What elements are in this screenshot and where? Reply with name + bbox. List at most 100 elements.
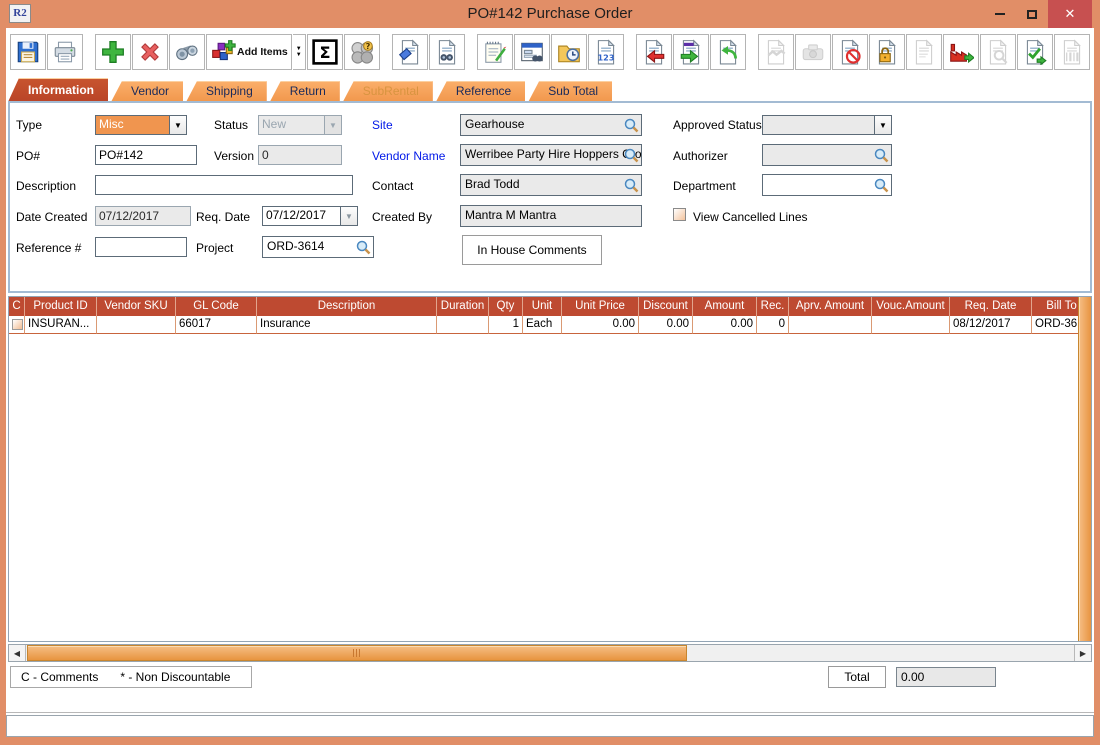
reference-field[interactable] bbox=[95, 237, 187, 257]
site-label: Site bbox=[372, 118, 393, 132]
column-header-unit[interactable]: Unit bbox=[523, 297, 562, 316]
chevron-down-icon[interactable]: ▼ bbox=[340, 206, 358, 226]
po-number-label: PO# bbox=[16, 149, 40, 163]
delete-button[interactable] bbox=[132, 34, 168, 70]
add-items-dropdown-button[interactable]: ▼▼ bbox=[293, 34, 306, 70]
search-icon[interactable] bbox=[623, 177, 640, 194]
information-panel: Type Misc ▼ Status New ▼ Site Gearhouse … bbox=[8, 101, 1092, 293]
add-button[interactable] bbox=[95, 34, 131, 70]
review-button bbox=[980, 34, 1016, 70]
count-button[interactable]: 123 bbox=[588, 34, 624, 70]
in-house-comments-button[interactable]: In House Comments bbox=[462, 235, 602, 265]
return-button[interactable] bbox=[710, 34, 746, 70]
lock-button[interactable] bbox=[869, 34, 905, 70]
table-row[interactable]: INSURAN...66017Insurance1Each0.000.000.0… bbox=[9, 316, 1078, 334]
status-label: Status bbox=[214, 118, 248, 132]
invoice-button[interactable] bbox=[673, 34, 709, 70]
sum-button[interactable]: Σ bbox=[307, 34, 343, 70]
column-header-aprv-amount[interactable]: Aprv. Amount bbox=[789, 297, 872, 316]
cancel-line-button[interactable] bbox=[832, 34, 868, 70]
column-header-vendor-sku[interactable]: Vendor SKU bbox=[97, 297, 176, 316]
column-header-c[interactable]: C bbox=[9, 297, 25, 316]
chevron-down-icon[interactable]: ▼ bbox=[874, 115, 892, 135]
tab-reference[interactable]: Reference bbox=[436, 81, 525, 102]
vertical-scrollbar[interactable] bbox=[1078, 297, 1091, 641]
scrollbar-thumb[interactable] bbox=[27, 645, 687, 661]
tab-shipping[interactable]: Shipping bbox=[186, 81, 267, 102]
edit-document-button[interactable] bbox=[392, 34, 428, 70]
notes-button[interactable] bbox=[477, 34, 513, 70]
cell-rec-: 0 bbox=[757, 316, 789, 334]
search-icon[interactable] bbox=[873, 147, 890, 164]
site-field[interactable]: Gearhouse bbox=[460, 114, 642, 136]
comment-checkbox[interactable] bbox=[12, 319, 23, 330]
column-header-discount[interactable]: Discount bbox=[639, 297, 693, 316]
chevron-down-icon[interactable]: ▼ bbox=[169, 115, 187, 135]
copy-search-icon bbox=[434, 39, 460, 65]
total-button[interactable]: Total bbox=[828, 666, 886, 688]
type-select[interactable]: Misc ▼ bbox=[95, 115, 187, 135]
print-icon bbox=[52, 39, 78, 65]
column-header-req-date[interactable]: Req. Date bbox=[950, 297, 1032, 316]
vendor-name-field[interactable]: Werribee Party Hire Hoppers Cros bbox=[460, 144, 642, 166]
authorizer-field[interactable] bbox=[762, 144, 892, 166]
column-header-vouc-amount[interactable]: Vouc.Amount bbox=[872, 297, 950, 316]
save-button[interactable] bbox=[10, 34, 46, 70]
tab-information[interactable]: Information bbox=[8, 78, 108, 102]
view-cancelled-checkbox[interactable] bbox=[673, 208, 686, 221]
scroll-right-icon[interactable]: ▶ bbox=[1074, 645, 1091, 661]
column-header-description[interactable]: Description bbox=[257, 297, 437, 316]
minimize-button[interactable] bbox=[984, 0, 1016, 28]
scroll-left-icon[interactable]: ◀ bbox=[9, 645, 26, 661]
column-header-gl-code[interactable]: GL Code bbox=[176, 297, 257, 316]
search-icon[interactable] bbox=[355, 239, 372, 256]
availability-button[interactable]: ? bbox=[344, 34, 380, 70]
scrollbar-track[interactable] bbox=[26, 645, 1074, 661]
column-header-qty[interactable]: Qty bbox=[489, 297, 523, 316]
tab-return[interactable]: Return bbox=[270, 81, 340, 102]
column-header-unit-price[interactable]: Unit Price bbox=[562, 297, 639, 316]
search-icon[interactable] bbox=[623, 117, 640, 134]
cell-discount: 0.00 bbox=[639, 316, 693, 334]
tab-vendor[interactable]: Vendor bbox=[111, 81, 183, 102]
copy-search-button[interactable] bbox=[429, 34, 465, 70]
column-header-rec-[interactable]: Rec. bbox=[757, 297, 789, 316]
cell-unit-price: 0.00 bbox=[562, 316, 639, 334]
production-button[interactable] bbox=[943, 34, 979, 70]
history-button[interactable] bbox=[551, 34, 587, 70]
tab-sub-total[interactable]: Sub Total bbox=[528, 81, 612, 102]
contact-field[interactable]: Brad Todd bbox=[460, 174, 642, 196]
cell-description: Insurance bbox=[257, 316, 437, 334]
req-date-label: Req. Date bbox=[196, 210, 250, 224]
description-field[interactable] bbox=[95, 175, 353, 195]
column-header-duration[interactable]: Duration bbox=[437, 297, 489, 316]
add-items-button[interactable]: Add Items bbox=[206, 34, 292, 70]
search-icon[interactable] bbox=[873, 177, 890, 194]
column-header-product-id[interactable]: Product ID bbox=[25, 297, 97, 316]
save-icon bbox=[15, 39, 41, 65]
print-button[interactable] bbox=[47, 34, 83, 70]
minimize-icon bbox=[995, 13, 1005, 15]
maximize-icon bbox=[1027, 10, 1037, 19]
receive-button[interactable] bbox=[636, 34, 672, 70]
po-number-field[interactable] bbox=[95, 145, 197, 165]
find-button[interactable] bbox=[169, 34, 205, 70]
add-items-icon bbox=[210, 39, 236, 65]
cell-amount: 0.00 bbox=[693, 316, 757, 334]
maximize-button[interactable] bbox=[1016, 0, 1048, 28]
browse-button[interactable] bbox=[514, 34, 550, 70]
edit-document-icon bbox=[397, 39, 423, 65]
legend-nondiscountable: * - Non Discountable bbox=[120, 670, 230, 684]
column-header-amount[interactable]: Amount bbox=[693, 297, 757, 316]
column-header-bill-to[interactable]: Bill To bbox=[1032, 297, 1078, 316]
approve-button[interactable] bbox=[1017, 34, 1053, 70]
approved-status-select[interactable]: ▼ bbox=[762, 115, 892, 135]
req-date-field[interactable]: 07/12/2017 ▼ bbox=[262, 206, 358, 226]
svg-text:?: ? bbox=[365, 41, 370, 51]
close-button[interactable]: ✕ bbox=[1048, 0, 1092, 28]
search-icon[interactable] bbox=[623, 147, 640, 164]
horizontal-scrollbar[interactable]: ◀ ▶ bbox=[8, 644, 1092, 662]
schedule-icon bbox=[1059, 39, 1085, 65]
project-field[interactable]: ORD-3614 bbox=[262, 236, 374, 258]
department-field[interactable] bbox=[762, 174, 892, 196]
